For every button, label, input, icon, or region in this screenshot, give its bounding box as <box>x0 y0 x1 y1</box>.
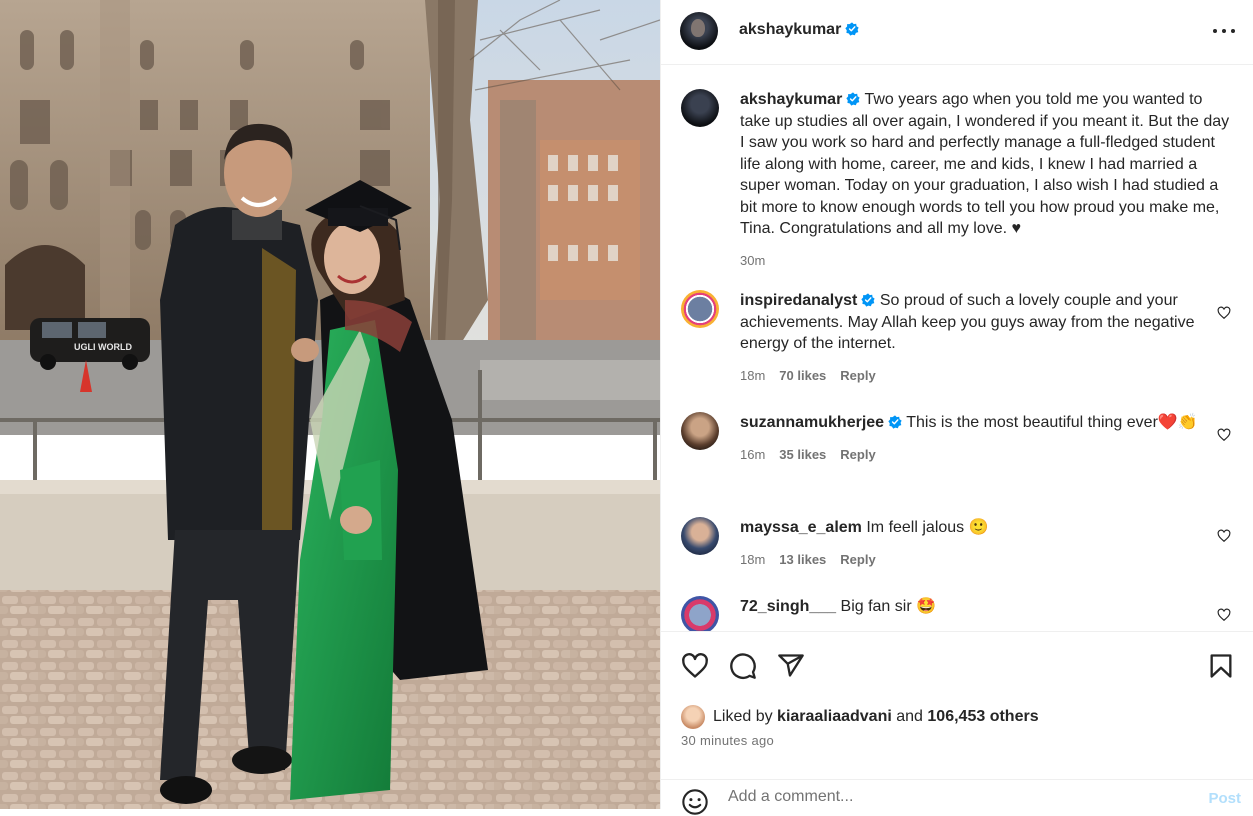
verified-badge-icon <box>888 415 902 429</box>
author-username[interactable]: akshaykumar <box>739 21 841 38</box>
verified-badge-icon <box>845 22 859 36</box>
post-comment-button[interactable]: Post <box>1208 790 1241 807</box>
bookmark-icon[interactable] <box>1207 652 1235 680</box>
post-dialog: UGLI WORLD akshaykumar akshaykumar Two y… <box>0 0 1253 815</box>
more-options-icon[interactable] <box>1213 20 1235 42</box>
likes-prefix: Liked by <box>713 708 773 725</box>
like-comment-heart-icon[interactable] <box>1217 529 1231 543</box>
caption-avatar[interactable] <box>681 89 719 127</box>
commenter-username[interactable]: inspiredanalyst <box>740 292 857 309</box>
comment-icon[interactable] <box>729 652 757 680</box>
like-comment-heart-icon[interactable] <box>1217 608 1231 622</box>
comment-text: Big fan sir 🤩 <box>840 598 937 615</box>
caption-time: 30m <box>740 252 766 268</box>
post-header: akshaykumar <box>661 0 1253 65</box>
commenter-avatar[interactable] <box>681 412 719 450</box>
comment-text: Im feell jalous 🙂 <box>866 519 989 536</box>
reply-button[interactable]: Reply <box>840 552 875 567</box>
like-comment-heart-icon[interactable] <box>1217 428 1231 442</box>
comment-item: 72_singh___ Big fan sir 🤩 <box>681 596 1241 631</box>
post-actions: Liked by kiaraaliaadvani and 106,453 oth… <box>661 632 1253 815</box>
post-image[interactable]: UGLI WORLD <box>0 0 660 809</box>
commenter-username[interactable]: mayssa_e_alem <box>740 519 862 536</box>
post-caption: akshaykumar Two years ago when you told … <box>681 89 1241 269</box>
post-timestamp: 30 minutes ago <box>681 733 775 748</box>
like-comment-heart-icon[interactable] <box>1217 306 1231 320</box>
comment-item: mayssa_e_alem Im feell jalous 🙂 18m 13 li… <box>681 517 1241 587</box>
emoji-icon[interactable] <box>681 788 709 816</box>
comment-time: 16m <box>740 446 766 462</box>
add-comment-input[interactable] <box>728 788 1168 806</box>
reply-button[interactable]: Reply <box>840 447 875 462</box>
share-icon[interactable] <box>777 652 805 680</box>
add-comment-row: Post <box>661 779 1253 815</box>
reply-button[interactable]: Reply <box>840 368 875 383</box>
liker-avatar <box>681 705 705 729</box>
verified-badge-icon <box>861 293 876 307</box>
comment-likes[interactable]: 13 likes <box>779 552 826 567</box>
comment-item: inspiredanalyst So proud of such a lovel… <box>681 290 1241 390</box>
likes-summary[interactable]: Liked by kiaraaliaadvani and 106,453 oth… <box>681 705 1039 729</box>
verified-badge-icon <box>846 92 860 106</box>
comment-item: suzannamukherjee This is the most beauti… <box>681 412 1241 502</box>
comments-section: akshaykumar Two years ago when you told … <box>661 65 1253 632</box>
post-photo: UGLI WORLD <box>0 0 660 809</box>
heart-icon[interactable] <box>681 652 709 680</box>
taxi-sign: UGLI WORLD <box>74 342 132 352</box>
liker-username[interactable]: kiaraaliaadvani <box>777 708 892 726</box>
comment-text: This is the most beautiful thing ever❤️👏 <box>906 414 1198 431</box>
commenter-username[interactable]: suzannamukherjee <box>740 414 884 431</box>
caption-text: Two years ago when you told me you wante… <box>740 91 1230 237</box>
commenter-avatar[interactable] <box>681 596 719 631</box>
caption-username[interactable]: akshaykumar <box>740 91 842 108</box>
commenter-username[interactable]: 72_singh___ <box>740 598 836 615</box>
post-details-panel: akshaykumar akshaykumar Two years ago wh… <box>660 0 1253 815</box>
author-avatar[interactable] <box>680 12 718 50</box>
commenter-avatar[interactable] <box>681 290 719 328</box>
likes-middle: and <box>896 708 923 725</box>
comment-likes[interactable]: 35 likes <box>779 447 826 462</box>
likes-others[interactable]: 106,453 others <box>927 708 1038 726</box>
comment-time: 18m <box>740 367 766 383</box>
comment-time: 18m <box>740 551 766 567</box>
commenter-avatar[interactable] <box>681 517 719 555</box>
comment-likes[interactable]: 70 likes <box>779 368 826 383</box>
